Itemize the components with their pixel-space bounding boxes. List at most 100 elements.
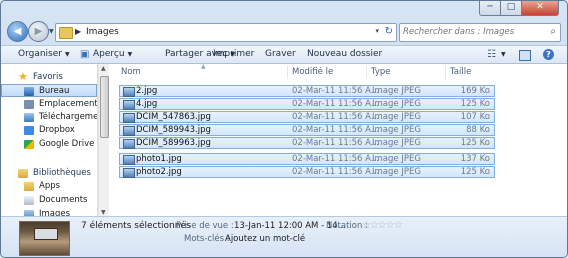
star-icon: ★	[18, 70, 28, 83]
file-row[interactable]: 2.jpg 02-Mar-11 11:56 A... Image JPEG 16…	[119, 85, 495, 97]
image-file-icon	[123, 100, 135, 110]
nav-recent-places[interactable]: Emplacements ré	[1, 98, 97, 111]
image-file-icon	[123, 139, 135, 149]
organize-button[interactable]: Organiser ▼	[18, 46, 70, 63]
recent-pages-dropdown-icon[interactable]: ▼	[49, 28, 54, 35]
scroll-thumb[interactable]	[100, 76, 109, 138]
details-pane: 7 éléments sélectionnés Prise de vue : 1…	[1, 216, 567, 257]
file-name: DCIM_547863.jpg	[136, 112, 211, 122]
organize-label: Organiser	[18, 49, 62, 59]
file-type: Image JPEG	[372, 154, 421, 164]
column-header-type[interactable]: Type	[371, 64, 391, 81]
minimize-icon: ─	[487, 2, 493, 12]
breadcrumb-chevron-icon[interactable]: ▶	[75, 27, 81, 36]
maximize-icon: □	[506, 2, 516, 12]
file-size: 125 Ko	[460, 138, 490, 148]
file-row[interactable]: DCIM_547863.jpg 02-Mar-11 11:56 A... Ima…	[119, 111, 495, 123]
file-date: 02-Mar-11 11:56 A...	[292, 138, 379, 148]
nav-scrollbar[interactable]: ▲ ▼	[98, 64, 109, 216]
close-button[interactable]: ✕	[521, 1, 559, 16]
thumbnail-window-shape	[34, 228, 58, 240]
column-header-size[interactable]: Taille	[450, 64, 471, 81]
command-bar: Organiser ▼ ▣ Aperçu ▼ Partager avec ▼ Impr…	[1, 45, 567, 64]
file-size: 137 Ko	[460, 154, 490, 164]
file-date: 02-Mar-11 11:56 A...	[292, 154, 379, 164]
file-date: 02-Mar-11 11:56 A...	[292, 125, 379, 135]
view-options-icon[interactable]: ☷	[487, 49, 496, 60]
view-dropdown-icon[interactable]: ▼	[501, 46, 506, 63]
image-file-icon	[123, 113, 135, 123]
scroll-down-icon[interactable]: ▼	[101, 209, 106, 216]
forward-arrow-icon: ▶	[34, 26, 43, 37]
file-size: 169 Ko	[460, 86, 490, 96]
tags-label: Mots-clés :	[184, 234, 230, 244]
close-icon: ✕	[536, 2, 544, 12]
breadcrumb-images[interactable]: Images	[86, 27, 119, 37]
column-divider[interactable]	[287, 66, 288, 79]
file-row[interactable]: DCIM_589943.jpg 02-Mar-11 11:56 A... Ima…	[119, 124, 495, 136]
maximize-button[interactable]: □	[500, 1, 522, 16]
column-divider[interactable]	[366, 66, 367, 79]
preview-pane-toggle-icon[interactable]	[519, 50, 531, 61]
search-icon[interactable]: ⌕	[550, 26, 556, 37]
search-box[interactable]: ⌕	[399, 23, 561, 42]
file-type: Image JPEG	[372, 167, 421, 177]
file-name: DCIM_589963.jpg	[136, 138, 211, 148]
file-type: Image JPEG	[372, 86, 421, 96]
preview-button[interactable]: Aperçu ▼	[93, 46, 132, 63]
back-button[interactable]: ◀	[7, 21, 28, 42]
nav-documents[interactable]: Documents	[1, 194, 97, 207]
image-file-icon	[123, 168, 135, 178]
explorer-window: ─ □ ✕ ◀ ▶ ▼ ▶ Images ▾ ↻ ⌕ Organiser▼ ▣ …	[0, 0, 568, 258]
preview-label: Aperçu	[93, 49, 125, 59]
rating-stars[interactable]: ☆☆☆☆☆	[362, 220, 403, 231]
nav-desktop[interactable]: Bureau	[1, 84, 97, 97]
file-row[interactable]: photo1.jpg 02-Mar-11 11:56 A... Image JP…	[119, 153, 495, 165]
column-header-name[interactable]: Nom	[121, 64, 141, 81]
file-name: photo1.jpg	[136, 154, 182, 164]
new-folder-button[interactable]: Nouveau dossier	[307, 46, 382, 63]
address-dropdown-icon[interactable]: ▾	[375, 27, 379, 35]
folder-icon	[24, 182, 34, 191]
desktop-icon	[24, 87, 34, 96]
file-row[interactable]: DCIM_589963.jpg 02-Mar-11 11:56 A... Ima…	[119, 137, 495, 149]
navigation-pane: ★ Favoris Bureau Emplacements ré Télécha…	[1, 64, 98, 216]
tags-input[interactable]: Ajoutez un mot-clé	[225, 234, 305, 244]
forward-button[interactable]: ▶	[28, 21, 49, 42]
nav-google-drive[interactable]: Google Drive	[1, 138, 97, 151]
help-icon[interactable]: ?	[543, 49, 554, 60]
burn-button[interactable]: Graver	[265, 46, 296, 63]
downloads-icon	[24, 113, 34, 122]
refresh-icon[interactable]: ↻	[385, 26, 393, 37]
nav-apps[interactable]: Apps	[1, 180, 97, 193]
file-type: Image JPEG	[372, 99, 421, 109]
file-type: Image JPEG	[372, 112, 421, 122]
back-arrow-icon: ◀	[13, 26, 22, 37]
libraries-icon	[18, 169, 28, 178]
file-size: 125 Ko	[460, 167, 490, 177]
file-row[interactable]: 4.jpg 02-Mar-11 11:56 A... Image JPEG 12…	[119, 98, 495, 110]
nav-downloads[interactable]: Téléchargement	[1, 111, 97, 124]
file-size: 107 Ko	[460, 112, 490, 122]
file-type: Image JPEG	[372, 138, 421, 148]
file-name: photo2.jpg	[136, 167, 182, 177]
nav-favorites[interactable]: ★ Favoris	[1, 71, 97, 84]
file-row[interactable]: photo2.jpg 02-Mar-11 11:56 A... Image JP…	[119, 166, 495, 178]
minimize-button[interactable]: ─	[479, 1, 501, 16]
address-bar[interactable]: ▶ Images ▾ ↻	[55, 23, 397, 42]
selection-thumbnail	[19, 221, 70, 256]
nav-libraries[interactable]: Bibliothèques	[1, 167, 97, 180]
google-drive-icon	[24, 140, 34, 149]
nav-images[interactable]: Images	[1, 208, 97, 216]
column-header-date[interactable]: Modifié le	[292, 64, 333, 81]
chevron-down-icon: ▼	[127, 51, 133, 58]
nav-dropbox[interactable]: Dropbox	[1, 124, 97, 137]
scroll-up-icon[interactable]: ▲	[101, 65, 106, 72]
column-divider[interactable]	[445, 66, 446, 79]
search-input[interactable]	[403, 25, 533, 38]
file-name: 2.jpg	[136, 86, 158, 96]
dropbox-icon	[24, 126, 34, 135]
folder-icon	[59, 27, 73, 39]
print-button[interactable]: Imprimer	[213, 46, 254, 63]
image-file-icon	[123, 126, 135, 136]
